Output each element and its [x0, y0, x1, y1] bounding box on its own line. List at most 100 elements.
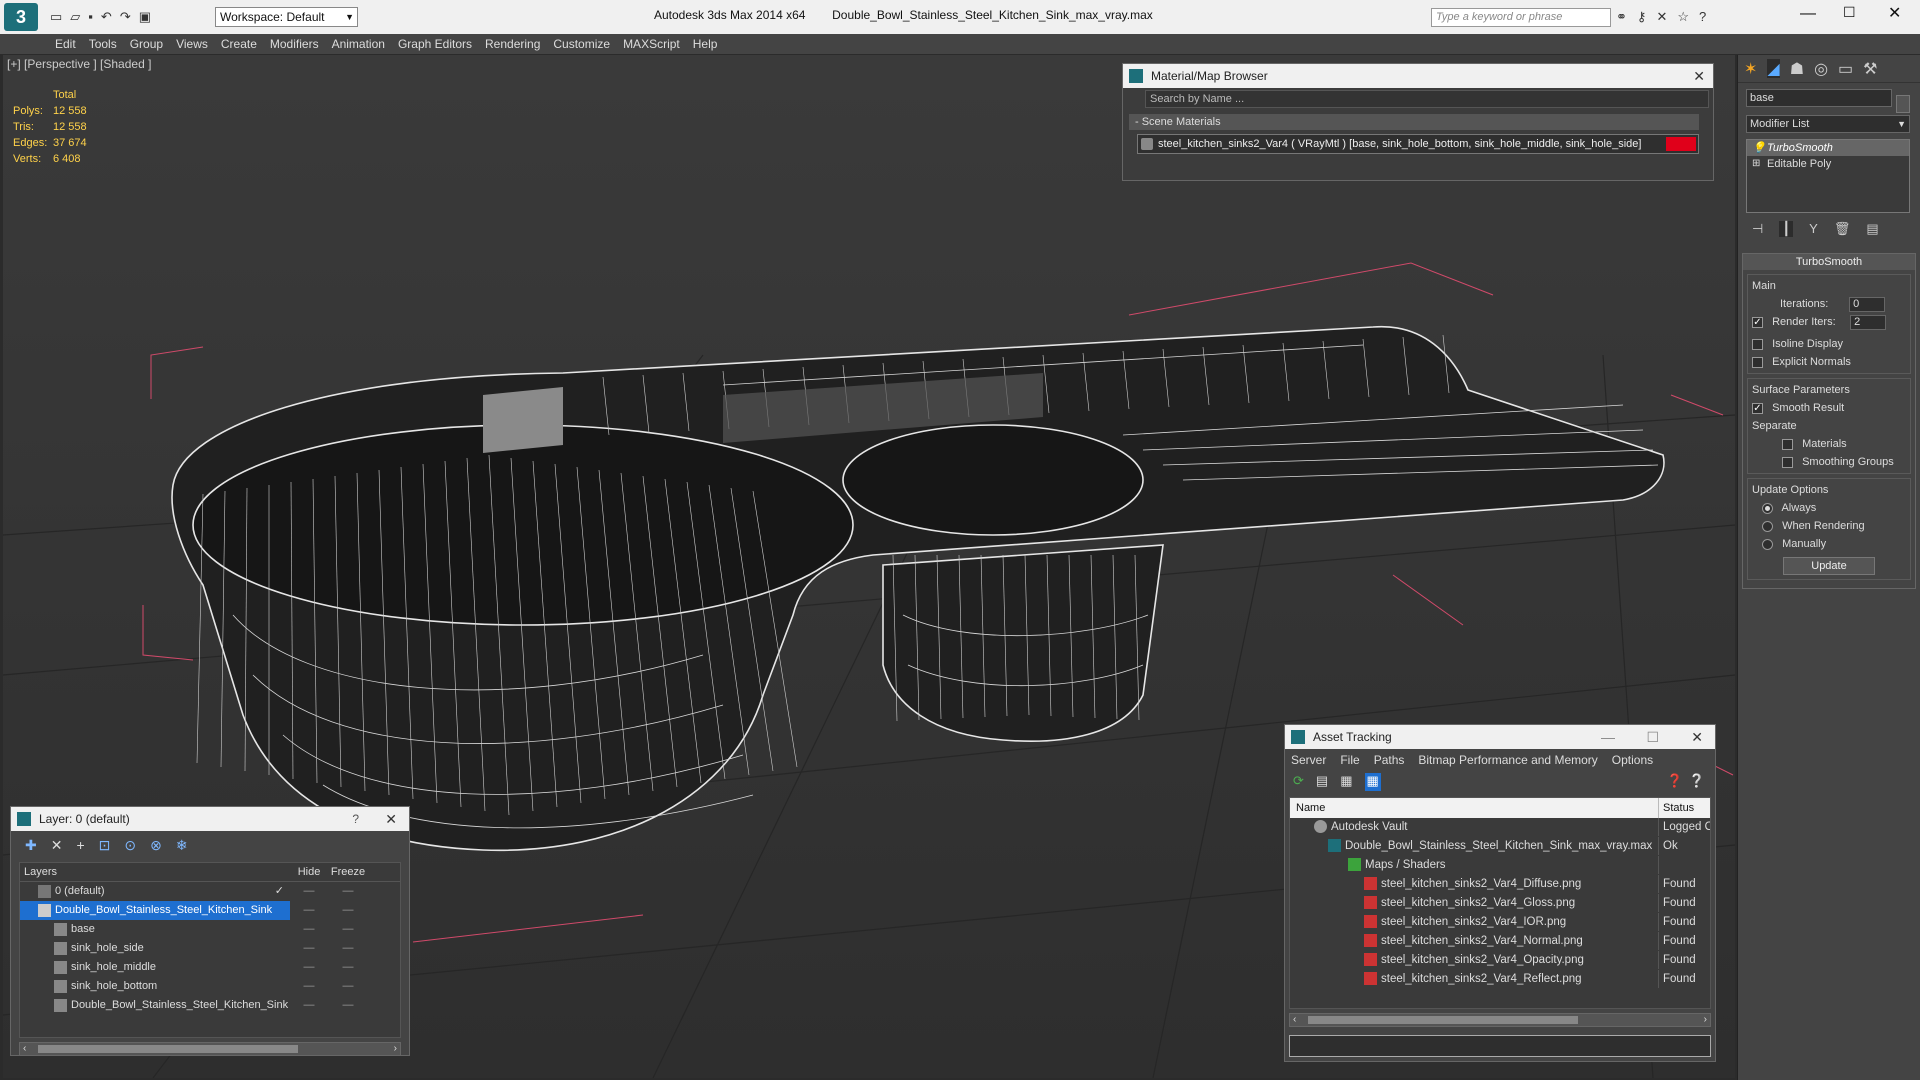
- material-browser-title-bar[interactable]: Material/Map Browser ✕: [1123, 64, 1713, 88]
- layer-row[interactable]: sink_hole_bottom — —: [20, 977, 400, 996]
- binoculars-icon[interactable]: ⚭: [1616, 9, 1627, 25]
- freeze-toggle[interactable]: —: [328, 920, 368, 939]
- layer-row[interactable]: Double_Bowl_Stainless_Steel_Kitchen_Sink…: [20, 996, 400, 1015]
- menu-file[interactable]: File: [1340, 753, 1359, 767]
- new-file-icon[interactable]: ▭: [50, 9, 62, 25]
- render-iters-spinner[interactable]: 2: [1850, 314, 1887, 330]
- lightbulb-icon[interactable]: 💡: [1752, 140, 1766, 156]
- scroll-right-icon[interactable]: ›: [1704, 1014, 1707, 1026]
- asset-horizontal-scrollbar[interactable]: ‹ ›: [1289, 1013, 1711, 1027]
- menu-modifiers[interactable]: Modifiers: [270, 34, 332, 52]
- table-view-icon[interactable]: ▦: [1364, 773, 1381, 791]
- open-file-icon[interactable]: ▱: [70, 9, 80, 25]
- close-icon[interactable]: ✕: [1691, 725, 1703, 749]
- menu-paths[interactable]: Paths: [1374, 753, 1405, 767]
- redo-icon[interactable]: ↷: [120, 9, 131, 25]
- hide-toggle[interactable]: —: [290, 977, 328, 996]
- pin-stack-icon[interactable]: ⊣: [1752, 221, 1763, 237]
- hide-toggle[interactable]: —: [290, 939, 328, 958]
- hide-toggle[interactable]: —: [290, 901, 328, 920]
- menu-create[interactable]: Create: [221, 34, 270, 52]
- scroll-thumb[interactable]: [38, 1045, 298, 1053]
- scroll-left-icon[interactable]: ‹: [1293, 1014, 1296, 1026]
- asset-row[interactable]: Maps / Shaders: [1290, 856, 1710, 875]
- close-icon[interactable]: ✕: [385, 807, 397, 831]
- make-unique-icon[interactable]: Y: [1809, 221, 1818, 237]
- workspace-dropdown[interactable]: Workspace: Default ▼: [215, 7, 358, 27]
- asset-row[interactable]: steel_kitchen_sinks2_Var4_Diffuse.png Fou…: [1290, 875, 1710, 894]
- layer-horizontal-scrollbar[interactable]: ‹ ›: [19, 1042, 401, 1056]
- settings-help-icon[interactable]: ❔: [1689, 773, 1705, 789]
- search-box[interactable]: Type a keyword or phrase: [1431, 8, 1611, 27]
- scroll-right-icon[interactable]: ›: [394, 1043, 397, 1055]
- app-logo[interactable]: 3: [4, 3, 38, 31]
- freeze-toggle[interactable]: —: [328, 939, 368, 958]
- menu-server[interactable]: Server: [1291, 753, 1326, 767]
- maximize-button[interactable]: ☐: [1843, 4, 1856, 21]
- configure-sets-icon[interactable]: ▤: [1866, 221, 1878, 237]
- material-item[interactable]: steel_kitchen_sinks2_Var4 ( VRayMtl ) [b…: [1137, 134, 1699, 154]
- status-column-header[interactable]: Status: [1658, 798, 1710, 818]
- asset-row[interactable]: Autodesk Vault Logged O: [1290, 818, 1710, 837]
- asset-tracking-title-bar[interactable]: Asset Tracking — ☐ ✕: [1285, 725, 1715, 749]
- freeze-all-icon[interactable]: ❄: [176, 837, 188, 854]
- hide-all-icon[interactable]: ⊗: [150, 837, 162, 854]
- utilities-tab-icon[interactable]: ⚒: [1863, 59, 1877, 78]
- stack-item-turbosmooth[interactable]: 💡 TurboSmooth: [1747, 140, 1909, 156]
- modifier-list-dropdown[interactable]: Modifier List ▼: [1746, 115, 1910, 133]
- isoline-display-checkbox[interactable]: [1752, 338, 1763, 350]
- expand-icon[interactable]: ⊞: [1752, 156, 1760, 172]
- display-tab-icon[interactable]: ▭: [1838, 59, 1853, 78]
- hide-column-header[interactable]: Hide: [290, 863, 328, 881]
- asset-row[interactable]: steel_kitchen_sinks2_Var4_IOR.png Found: [1290, 913, 1710, 932]
- maximize-button[interactable]: ☐: [1646, 725, 1659, 749]
- asset-row[interactable]: steel_kitchen_sinks2_Var4_Reflect.png Fou…: [1290, 970, 1710, 989]
- separate-materials-checkbox[interactable]: [1782, 438, 1793, 450]
- save-icon[interactable]: ▪: [88, 9, 93, 25]
- show-end-result-icon[interactable]: ┃: [1779, 221, 1794, 237]
- menu-customize[interactable]: Customize: [553, 34, 623, 52]
- freeze-toggle[interactable]: —: [328, 996, 368, 1015]
- asset-path-field[interactable]: [1289, 1035, 1711, 1057]
- star-icon[interactable]: ☆: [1677, 9, 1689, 25]
- undo-icon[interactable]: ↶: [101, 9, 112, 25]
- asset-row[interactable]: steel_kitchen_sinks2_Var4_Normal.png Foun…: [1290, 932, 1710, 951]
- thumbnail-view-icon[interactable]: ▦: [1340, 773, 1352, 791]
- scene-materials-section[interactable]: - Scene Materials: [1129, 114, 1699, 130]
- stack-item-editable-poly[interactable]: ⊞ Editable Poly: [1747, 156, 1909, 172]
- hide-toggle[interactable]: —: [290, 882, 328, 901]
- menu-rendering[interactable]: Rendering: [485, 34, 553, 52]
- layer-window-title-bar[interactable]: Layer: 0 (default) ? ✕: [11, 807, 409, 831]
- refresh-icon[interactable]: ⟳: [1293, 773, 1304, 791]
- iterations-spinner[interactable]: 0: [1849, 296, 1886, 312]
- object-name-field[interactable]: base: [1746, 89, 1892, 107]
- remove-modifier-icon[interactable]: 🗑: [1834, 221, 1851, 237]
- help-button[interactable]: ?: [352, 807, 359, 831]
- viewport-label[interactable]: [+] [Perspective ] [Shaded ]: [7, 57, 151, 71]
- menu-help[interactable]: Help: [693, 34, 731, 52]
- menu-views[interactable]: Views: [176, 34, 221, 52]
- modify-tab-icon[interactable]: ◢: [1767, 59, 1780, 78]
- menu-tools[interactable]: Tools: [89, 34, 130, 52]
- smooth-result-checkbox[interactable]: ✓: [1752, 402, 1763, 414]
- when-rendering-radio[interactable]: [1762, 520, 1773, 532]
- asset-row[interactable]: steel_kitchen_sinks2_Var4_Gloss.png Found: [1290, 894, 1710, 913]
- always-radio[interactable]: [1762, 502, 1773, 514]
- menu-bitmap-performance[interactable]: Bitmap Performance and Memory: [1418, 753, 1597, 767]
- menu-maxscript[interactable]: MAXScript: [623, 34, 693, 52]
- hierarchy-tab-icon[interactable]: ☗: [1790, 59, 1804, 78]
- select-objects-icon[interactable]: ⊡: [99, 837, 111, 854]
- exchange-icon[interactable]: ✕: [1656, 9, 1667, 25]
- menu-animation[interactable]: Animation: [332, 34, 398, 52]
- motion-tab-icon[interactable]: ◎: [1814, 59, 1828, 78]
- help-icon[interactable]: ?: [1699, 9, 1706, 25]
- freeze-toggle[interactable]: —: [328, 882, 368, 901]
- scroll-thumb[interactable]: [1308, 1016, 1578, 1024]
- minimize-button[interactable]: —: [1601, 725, 1615, 749]
- menu-graph-editors[interactable]: Graph Editors: [398, 34, 485, 52]
- asset-row[interactable]: steel_kitchen_sinks2_Var4_Opacity.png Fou…: [1290, 951, 1710, 970]
- layer-row[interactable]: sink_hole_side — —: [20, 939, 400, 958]
- layer-row[interactable]: base — —: [20, 920, 400, 939]
- explicit-normals-checkbox[interactable]: [1752, 356, 1763, 368]
- new-layer-icon[interactable]: ✚: [25, 837, 37, 854]
